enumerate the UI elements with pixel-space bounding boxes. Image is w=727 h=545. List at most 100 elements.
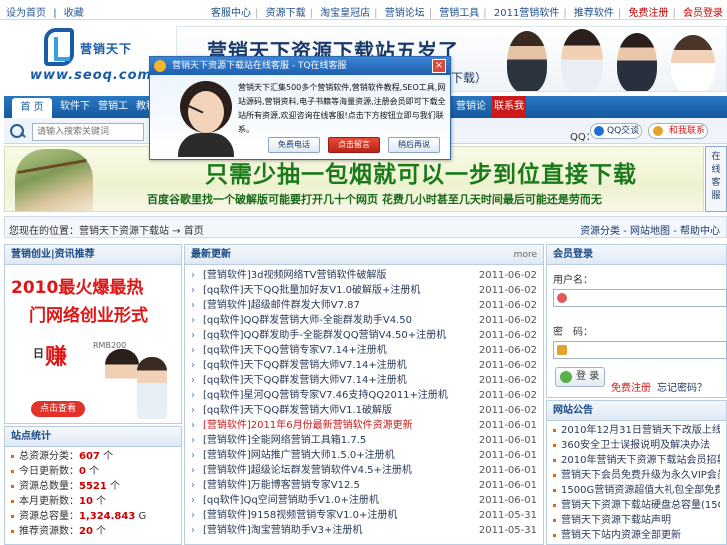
top-link-download[interactable]: 资源下载: [266, 4, 306, 19]
news-item[interactable]: [qq软件]Qq空间营销助手V1.0+注册机2011-06-01: [189, 493, 539, 508]
news-item-title[interactable]: [营销软件]全能网络营销工具箱1.7.5: [203, 433, 485, 448]
more-link[interactable]: more: [514, 245, 537, 265]
online-service-tab[interactable]: 在线客服: [705, 146, 727, 212]
stats-row: 总资源分类：607 个: [11, 449, 175, 464]
contact-button[interactable]: 和我联系: [648, 123, 708, 139]
top-link-service[interactable]: 客服中心: [211, 4, 251, 19]
news-item[interactable]: [营销软件]超级邮件群发大师V7.872011-06-02: [189, 298, 539, 313]
site-notice-box: 网站公告 2010年12月31日营销天下改版上线 360安全卫士误报说明及解决办法…: [546, 400, 727, 545]
top-link-taobao[interactable]: 淘宝皇冠店: [320, 4, 370, 19]
stats-title: 站点统计: [5, 427, 181, 447]
news-item[interactable]: [qq软件]QQ群发营销大师-全能群发助手V4.502011-06-02: [189, 313, 539, 328]
forgot-password-link[interactable]: 忘记密码？: [657, 379, 707, 394]
notice-item[interactable]: 1500G营销资源超值大礼包全部免费下载: [553, 483, 720, 498]
news-item[interactable]: [营销软件]超级论坛群发营销软件V4.5+注册机2011-06-01: [189, 463, 539, 478]
close-icon[interactable]: ×: [432, 59, 446, 73]
notice-item[interactable]: 营销天下站内资源全部更新: [553, 528, 720, 543]
nav-item[interactable]: 营销论坛: [454, 96, 488, 134]
top-login-link[interactable]: 会员登录: [683, 4, 723, 19]
notice-list: 2010年12月31日营销天下改版上线 360安全卫士误报说明及解决办法 2010年…: [547, 421, 726, 545]
top-bar: 设为首页 | 收藏 客服中心 | 资源下载 | 淘宝皇冠店 | 营销论坛 | 营销工具 |…: [0, 0, 727, 20]
news-item-title[interactable]: [qq软件]天下QQ群发营销大师V7.14+注册机: [203, 358, 485, 373]
leave-message-button[interactable]: 点击留言: [328, 137, 380, 153]
news-item-title[interactable]: [营销软件]淘宝营销助手V3+注册机: [203, 523, 485, 538]
news-item-title[interactable]: [营销软件]万能博客营销专家V12.5: [203, 478, 485, 493]
promo-banner-headline: 只需少抽一包烟就可以一步到位直接下载: [205, 162, 637, 188]
news-item[interactable]: [营销软件]万能博客营销专家V12.52011-06-01: [189, 478, 539, 493]
news-item-title[interactable]: [qq软件]天下QQ营销专家V7.14+注册机: [203, 343, 485, 358]
banner-girl-image: [15, 149, 93, 211]
news-item[interactable]: [qq软件]天下QQ群发营销大师V7.14+注册机2011-06-02: [189, 358, 539, 373]
popup-body: 营销天下汇集500多个营销软件,营销软件教程,SEO工具,网站源码,营销资料,电…: [150, 75, 450, 159]
news-item-date: 2011-06-02: [478, 345, 537, 356]
notice-item[interactable]: 2010年营销天下资源下载站会员招募: [553, 453, 720, 468]
news-item[interactable]: [营销软件]淘宝营销助手V3+注册机2011-05-31: [189, 523, 539, 538]
news-item[interactable]: [营销软件]2011年6月份最新营销软件资源更新2011-06-01: [189, 418, 539, 433]
news-item-title[interactable]: [营销软件]网站推广营销大师1.5.0+注册机: [203, 448, 485, 463]
latest-title: 最新更新 more: [185, 245, 543, 265]
free-call-button[interactable]: 免费电话: [268, 137, 320, 153]
password-field[interactable]: [553, 341, 727, 359]
news-item-date: 2011-06-01: [478, 420, 537, 431]
notice-item[interactable]: 360安全卫士误报说明及解决办法: [553, 438, 720, 453]
ad-view-button[interactable]: 点击查看: [31, 401, 85, 417]
qq-chat-button[interactable]: QQ交谈: [590, 123, 642, 139]
site-logo[interactable]: 营销天下 www.seoq.com: [22, 26, 160, 90]
news-item[interactable]: [qq软件]天下QQ群发营销大师V7.14+注册机2011-06-02: [189, 373, 539, 388]
popup-message: 营销天下汇集500多个营销软件,营销软件教程,SEO工具,网站源码,营销资料,电…: [238, 83, 446, 134]
news-item[interactable]: [营销软件]网站推广营销大师1.5.0+注册机2011-06-01: [189, 448, 539, 463]
news-item-title[interactable]: [qq软件]天下QQ批量加好友V1.0破解版+注册机: [203, 283, 485, 298]
news-item-title[interactable]: [营销软件]超级邮件群发大师V7.87: [203, 298, 485, 313]
banner-person-image: [561, 29, 603, 91]
notice-item[interactable]: 营销天下资源下载站硬盘总容量(15Gb)...: [553, 498, 720, 513]
news-item-title[interactable]: [营销软件]2011年6月份最新营销软件资源更新: [203, 418, 485, 433]
login-button[interactable]: 登 录: [555, 367, 605, 387]
earn-money-ad[interactable]: 2010最火爆最热 门网络创业形式 日 赚 RMB200 点击查看: [7, 267, 179, 423]
notice-title: 网站公告: [547, 401, 726, 421]
favorite-link[interactable]: 收藏: [64, 4, 84, 19]
news-item-title[interactable]: [qq软件]星河QQ营销专家V7.46支持QQ2011+注册机: [203, 388, 485, 403]
news-item[interactable]: [qq软件]QQ群发助手-全能群发QQ营销V4.50+注册机2011-06-02: [189, 328, 539, 343]
top-link-forum[interactable]: 营销论坛: [385, 4, 425, 19]
nav-item-highlight[interactable]: 联系我们: [492, 96, 526, 134]
news-item[interactable]: [qq软件]天下QQ批量加好友V1.0破解版+注册机2011-06-02: [189, 283, 539, 298]
top-link-2011-software[interactable]: 2011营销软件: [494, 4, 559, 19]
top-register-link[interactable]: 免费注册: [628, 4, 668, 19]
nav-item[interactable]: 软件下载: [58, 96, 92, 134]
username-label: 用户名：: [553, 275, 593, 286]
breadcrumb-links[interactable]: 资源分类 - 网站地图 - 帮助中心: [580, 222, 720, 237]
news-item[interactable]: [营销软件]9158视频营销专家V1.0+注册机2011-05-31: [189, 508, 539, 523]
news-item-title[interactable]: [qq软件]QQ群发助手-全能群发QQ营销V4.50+注册机: [203, 328, 485, 343]
stats-row: 资源总容量：1,324.843 G: [11, 509, 175, 524]
news-item-date: 2011-06-01: [478, 465, 537, 476]
news-item-title[interactable]: [qq软件]天下QQ群发营销大师V1.1破解版: [203, 403, 485, 418]
news-item-title[interactable]: [营销软件]超级论坛群发营销软件V4.5+注册机: [203, 463, 485, 478]
username-field[interactable]: [553, 289, 727, 307]
news-item-title[interactable]: [营销软件]3d视频网络TV营销软件破解版: [203, 268, 485, 283]
notice-item[interactable]: 营销天下会员免费升级为永久VIP会员: [553, 468, 720, 483]
search-input[interactable]: [32, 123, 144, 141]
notice-item[interactable]: 营销天下资源下载站声明: [553, 513, 720, 528]
news-item[interactable]: [营销软件]全能网络营销工具箱1.7.52011-06-01: [189, 433, 539, 448]
later-button[interactable]: 稍后再说: [388, 137, 440, 153]
news-item[interactable]: [qq软件]星河QQ营销专家V7.46支持QQ2011+注册机2011-06-0…: [189, 388, 539, 403]
news-item-title[interactable]: [qq软件]天下QQ群发营销大师V7.14+注册机: [203, 373, 485, 388]
banner-person-image: [671, 35, 715, 91]
nav-home[interactable]: 首 页: [12, 98, 52, 118]
news-item-title[interactable]: [qq软件]QQ群发营销大师-全能群发助手V4.50: [203, 313, 485, 328]
news-item-title[interactable]: [营销软件]9158视频营销专家V1.0+注册机: [203, 508, 485, 523]
nav-item[interactable]: 营销工具: [96, 96, 130, 134]
login-title: 会员登录: [547, 245, 726, 265]
news-item[interactable]: [qq软件]天下QQ群发营销大师V1.1破解版2011-06-02: [189, 403, 539, 418]
register-link[interactable]: 免费注册: [611, 379, 651, 394]
news-item[interactable]: [营销软件]3d视频网络TV营销软件破解版2011-06-02: [189, 268, 539, 283]
top-link-recommended[interactable]: 推荐软件: [574, 4, 614, 19]
ad-woman-image: [137, 357, 167, 419]
news-item-title[interactable]: [qq软件]Qq空间营销助手V1.0+注册机: [203, 493, 485, 508]
top-link-tools[interactable]: 营销工具: [439, 4, 479, 19]
set-homepage-link[interactable]: 设为首页: [6, 4, 46, 19]
news-item[interactable]: [qq软件]天下QQ营销专家V7.14+注册机2011-06-02: [189, 343, 539, 358]
notice-item[interactable]: 2010年12月31日营销天下改版上线: [553, 423, 720, 438]
left-box-title[interactable]: 营销创业|资讯推荐: [5, 245, 181, 265]
news-item-date: 2011-05-31: [478, 510, 537, 521]
